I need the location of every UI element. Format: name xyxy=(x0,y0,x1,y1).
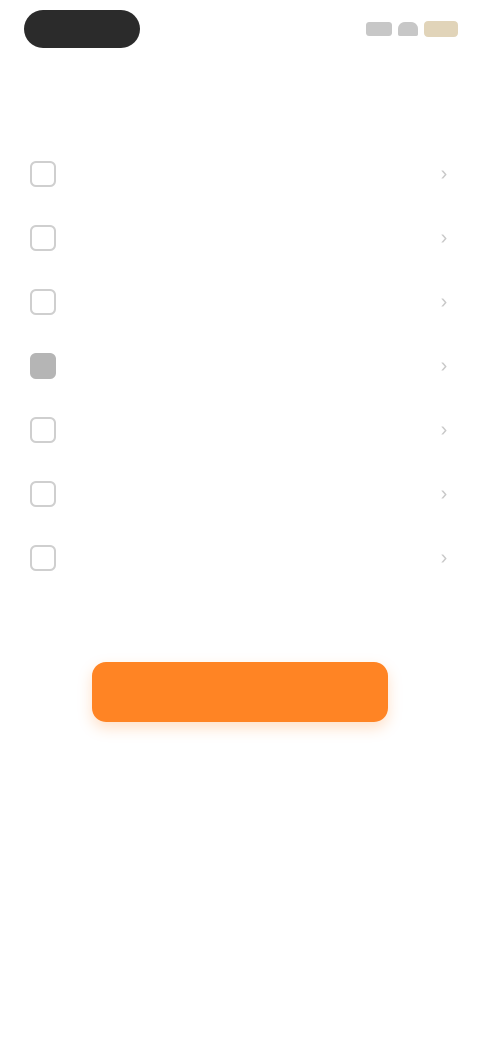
chevron-right-icon: › xyxy=(440,483,448,505)
menu-item-1[interactable]: › xyxy=(0,142,480,206)
item-7-icon xyxy=(30,545,56,571)
chevron-right-icon: › xyxy=(440,547,448,569)
chevron-right-icon: › xyxy=(440,163,448,185)
menu-item-4[interactable]: › xyxy=(0,334,480,398)
battery-icon xyxy=(424,21,458,37)
menu-item-6[interactable]: › xyxy=(0,462,480,526)
chevron-right-icon: › xyxy=(440,419,448,441)
item-2-icon xyxy=(30,225,56,251)
status-bar xyxy=(0,0,480,60)
status-time-pill xyxy=(24,10,140,48)
app-screen: › › › › › › › xyxy=(0,0,480,1040)
wifi-icon xyxy=(398,22,418,36)
signal-icon xyxy=(366,22,392,36)
page-header xyxy=(0,70,480,106)
chevron-right-icon: › xyxy=(440,291,448,313)
item-3-icon xyxy=(30,289,56,315)
item-5-icon xyxy=(30,417,56,443)
menu-item-5[interactable]: › xyxy=(0,398,480,462)
item-4-icon xyxy=(30,353,56,379)
primary-action-button[interactable] xyxy=(92,662,388,722)
chevron-right-icon: › xyxy=(440,355,448,377)
status-indicators xyxy=(366,18,458,40)
menu-item-2[interactable]: › xyxy=(0,206,480,270)
menu-item-7[interactable]: › xyxy=(0,526,480,590)
chevron-right-icon: › xyxy=(440,227,448,249)
item-1-icon xyxy=(30,161,56,187)
menu-item-3[interactable]: › xyxy=(0,270,480,334)
item-6-icon xyxy=(30,481,56,507)
menu-list: › › › › › › › xyxy=(0,142,480,590)
